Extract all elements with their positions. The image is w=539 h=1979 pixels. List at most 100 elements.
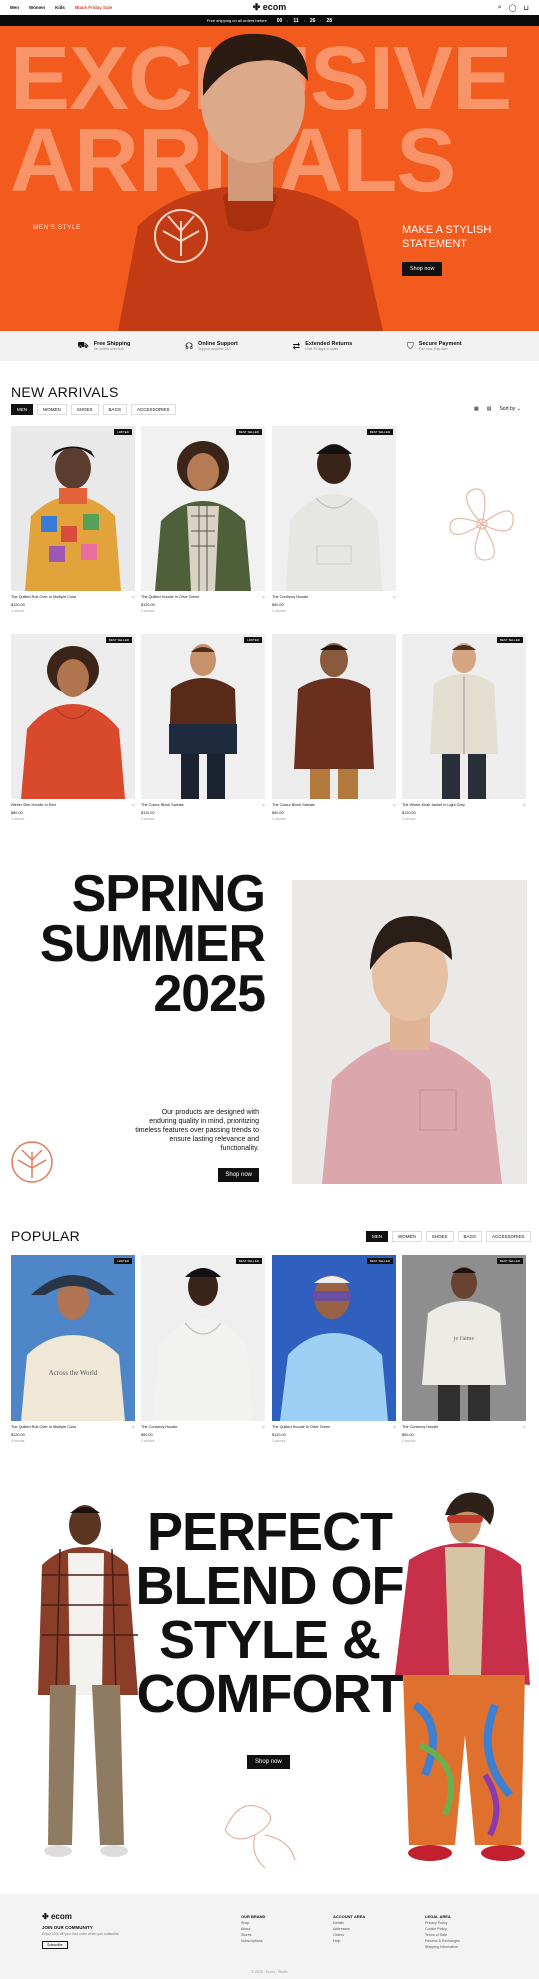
footer-logo[interactable]: ✤ ecom	[42, 1912, 72, 1921]
product-name[interactable]: The Colour Block Sweats	[272, 803, 315, 808]
nav-black-friday[interactable]: Black Friday Sale	[75, 5, 112, 10]
grid-large-icon[interactable]: ▤	[487, 406, 492, 412]
hero-statement: MAKE A STYLISH STATEMENT	[402, 224, 492, 251]
product-name[interactable]: Winter Skin Hoodie In Red	[11, 803, 56, 808]
product-image[interactable]: je t'aime BEST SELLER	[402, 1255, 526, 1421]
sort-label: Sort by	[499, 406, 516, 412]
product-card[interactable]: BEST SELLER The Winter Khali Jacket In L…	[402, 634, 526, 821]
spring-summer-section: SPRING SUMMER 2025 Our products are desi…	[0, 865, 266, 1190]
subscribe-button[interactable]: Subscribe	[42, 1941, 68, 1949]
product-name[interactable]: The Quilted Hoodie In Olive Green	[141, 595, 199, 600]
tab-shoes[interactable]: SHOES	[70, 404, 99, 415]
heart-icon[interactable]: ♡	[523, 1425, 526, 1430]
product-name[interactable]: The Colour Block Sweats	[141, 803, 184, 808]
heart-icon[interactable]: ♡	[262, 595, 265, 600]
product-image[interactable]: LIMITED	[11, 426, 135, 591]
heart-icon[interactable]: ♡	[132, 1425, 135, 1430]
product-image[interactable]: BEST SELLER	[402, 634, 526, 799]
hero-shop-button[interactable]: Shop now	[402, 262, 443, 276]
nav-kids[interactable]: Kids	[55, 5, 65, 10]
cart-icon[interactable]: ⊔	[524, 4, 529, 12]
nav-women[interactable]: Women	[29, 5, 45, 10]
countdown-minutes: 26	[309, 17, 316, 24]
product-card[interactable]: BEST SELLER The Corduroy Hoodie ♡ $90.00 …	[141, 1255, 265, 1443]
search-icon[interactable]: ⌕	[498, 4, 502, 12]
tab-women[interactable]: WOMEN	[37, 404, 67, 415]
product-name[interactable]: The Quilted Roll-Over In Multiple Color	[11, 1425, 76, 1430]
blend-shop-button[interactable]: Shop now	[247, 1755, 290, 1769]
footer-link[interactable]: Help	[333, 1938, 365, 1944]
product-image[interactable]: BEST SELLER	[272, 426, 396, 591]
spring-body: Our products are designed with enduring …	[135, 1109, 259, 1153]
product-card[interactable]: BEST SELLER The Quilted Hoodie In Olive …	[141, 426, 265, 613]
spring-shop-button[interactable]: Shop now	[218, 1168, 259, 1182]
heart-icon[interactable]: ♡	[393, 1425, 396, 1430]
nav-men[interactable]: Men	[10, 5, 19, 10]
product-image[interactable]: BEST SELLER	[141, 426, 265, 591]
product-price: $90.00	[141, 1433, 153, 1437]
product-price: $120.00	[11, 603, 25, 607]
product-image[interactable]: BEST SELLER	[272, 1255, 396, 1421]
feature-online-support: ☊ Online Support Support anytime 24/7	[185, 341, 238, 352]
heart-icon[interactable]: ♡	[393, 803, 396, 808]
product-colors: 3 colours	[402, 817, 416, 821]
product-name[interactable]: The Corduroy Hoodie	[402, 1425, 438, 1430]
product-card[interactable]: BEST SELLER The Corduroy Hoodie ♡ $90.00 …	[272, 426, 396, 613]
product-card[interactable]: LIMITED The Colour Block Sweats ♡ $110.00…	[141, 634, 265, 821]
product-name[interactable]: The Quilted Hoodie In Olive Green	[272, 1425, 330, 1430]
tab-men[interactable]: MEN	[366, 1231, 388, 1242]
tab-shoes[interactable]: SHOES	[425, 1231, 454, 1242]
grid-small-icon[interactable]: ▦	[474, 406, 479, 412]
product-image[interactable]: BEST SELLER	[141, 1255, 265, 1421]
sort-dropdown[interactable]: Sort by ⌄	[499, 406, 520, 412]
tab-bags[interactable]: BAGS	[457, 1231, 483, 1242]
tab-bags[interactable]: BAGS	[102, 404, 128, 415]
product-image[interactable]	[272, 634, 396, 799]
product-colors: 2 colours	[272, 609, 286, 613]
feature-free-shipping: ⛟ Free Shipping On orders over $40	[77, 340, 130, 352]
footer-link[interactable]: Shipping Information	[425, 1944, 460, 1950]
product-card[interactable]: Across the World LIMITED The Quilted Rol…	[11, 1255, 135, 1443]
product-colors: 3 colours	[141, 609, 155, 613]
heart-icon[interactable]: ♡	[262, 803, 265, 808]
spring-heading-1: SPRING	[71, 865, 266, 923]
product-name[interactable]: The Winter Khali Jacket In Light Grey	[402, 803, 465, 808]
tab-women[interactable]: WOMEN	[392, 1231, 422, 1242]
product-colors: 2 colours	[11, 817, 25, 821]
spring-model-image	[292, 880, 527, 1184]
svg-text:Across the World: Across the World	[49, 1369, 98, 1377]
product-card[interactable]: The Colour Block Sweats ♡ $90.00 2 colour…	[272, 634, 396, 821]
product-card[interactable]: LIMITED The Quilted Roll-Over In Multipl…	[11, 426, 135, 613]
product-card[interactable]: BEST SELLER Winter Skin Hoodie In Red ♡ $…	[11, 634, 135, 821]
product-badge: BEST SELLER	[366, 429, 393, 435]
product-card[interactable]: BEST SELLER The Quilted Hoodie In Olive …	[272, 1255, 396, 1443]
tab-accessories[interactable]: ACCESSORIES	[486, 1231, 531, 1242]
heart-icon[interactable]: ♡	[523, 803, 526, 808]
footer-col-brand: OUR BRAND Shop About Stores Subscription…	[241, 1914, 265, 1944]
product-badge: LIMITED	[114, 429, 132, 435]
product-card[interactable]: je t'aime BEST SELLER The Corduroy Hoodi…	[402, 1255, 526, 1443]
heart-icon[interactable]: ♡	[393, 595, 396, 600]
product-badge: BEST SELLER	[105, 637, 132, 643]
user-icon[interactable]: ◯	[509, 4, 517, 12]
footer-link[interactable]: Subscriptions	[241, 1938, 265, 1944]
countdown-seconds: 28	[326, 17, 333, 24]
tab-men[interactable]: MEN	[11, 404, 33, 415]
product-image[interactable]: LIMITED	[141, 634, 265, 799]
countdown-hours: 11	[293, 17, 299, 24]
product-name[interactable]: The Quilted Roll-Over In Multiple Color	[11, 595, 76, 600]
product-name[interactable]: The Corduroy Hoodie	[272, 595, 308, 600]
heart-icon[interactable]: ♡	[132, 595, 135, 600]
product-badge: BEST SELLER	[235, 429, 262, 435]
countdown-days: 00	[276, 17, 283, 24]
product-image[interactable]: BEST SELLER	[11, 634, 135, 799]
product-colors: 4 colours	[11, 1439, 25, 1443]
hero-model-image	[118, 33, 383, 331]
tab-accessories[interactable]: ACCESSORIES	[131, 404, 176, 415]
product-price: $90.00	[272, 603, 284, 607]
product-image[interactable]: Across the World LIMITED	[11, 1255, 135, 1421]
product-colors: 2 colours	[272, 817, 286, 821]
heart-icon[interactable]: ♡	[132, 803, 135, 808]
heart-icon[interactable]: ♡	[262, 1425, 265, 1430]
product-name[interactable]: The Corduroy Hoodie	[141, 1425, 177, 1430]
